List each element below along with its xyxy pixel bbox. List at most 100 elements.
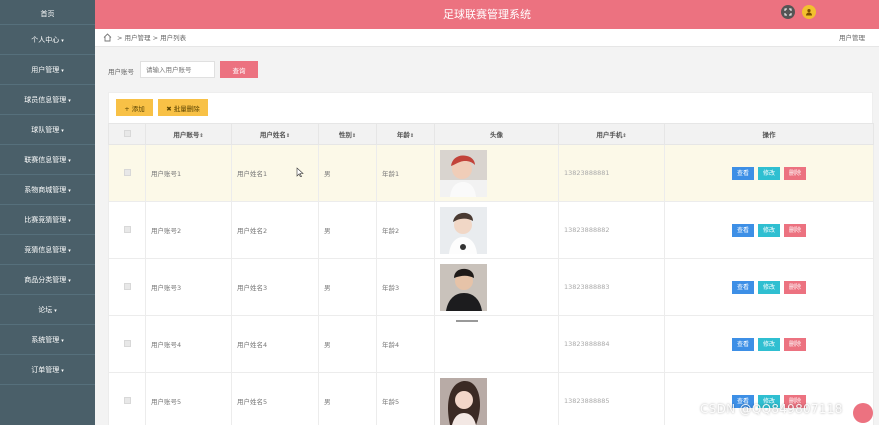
cell-account: 用户账号5 xyxy=(145,372,232,425)
avatar xyxy=(440,206,487,254)
row-checkbox[interactable] xyxy=(108,372,146,425)
column-header-avatar: 头像 xyxy=(434,123,559,145)
sidebar-item-orders[interactable]: 订单管理 ▾ xyxy=(0,355,95,385)
cell-name: 用户姓名3 xyxy=(231,258,319,316)
row-checkbox[interactable] xyxy=(108,315,146,373)
delete-button[interactable]: 删除 xyxy=(784,166,806,180)
cell-gender: 男 xyxy=(318,258,377,316)
cell-account: 用户账号4 xyxy=(145,315,232,373)
cell-gender: 男 xyxy=(318,144,377,202)
sidebar-item-teams[interactable]: 球队管理 ▾ xyxy=(0,115,95,145)
cell-avatar xyxy=(434,315,559,373)
cell-actions: 查看 修改 删除 xyxy=(664,144,874,202)
checkbox-icon xyxy=(123,168,131,176)
chevron-down-icon: ▾ xyxy=(61,128,64,134)
sort-icon: ⇕ xyxy=(351,133,357,139)
cell-age: 年龄5 xyxy=(376,372,435,425)
cell-name: 用户姓名2 xyxy=(231,201,319,259)
chevron-down-icon: ▾ xyxy=(61,38,64,44)
checkbox-icon xyxy=(123,339,131,347)
sort-icon: ⇕ xyxy=(199,133,204,139)
cell-actions: 查看 修改 删除 xyxy=(664,201,874,259)
sidebar-item-system[interactable]: 系统管理 ▾ xyxy=(0,325,95,355)
row-checkbox[interactable] xyxy=(108,201,146,259)
cell-phone: 13823888881 xyxy=(558,144,665,202)
batch-delete-button[interactable]: ✖ 批量删除 xyxy=(158,99,208,116)
table-row[interactable]: 用户账号1 用户姓名1 男 年龄1 13823888881 查看 修改 删除 xyxy=(108,144,874,202)
sort-icon: ⇕ xyxy=(285,133,291,139)
cell-age: 年龄3 xyxy=(376,258,435,316)
sidebar-item-users[interactable]: 用户管理 ▾ xyxy=(0,55,95,85)
column-header-age[interactable]: 年龄⇕ xyxy=(376,123,435,145)
delete-button[interactable]: 删除 xyxy=(784,337,806,351)
sidebar-item-leagues[interactable]: 联赛信息管理 ▾ xyxy=(0,145,95,175)
view-button[interactable]: 查看 xyxy=(732,280,754,294)
row-checkbox[interactable] xyxy=(108,144,146,202)
view-button[interactable]: 查看 xyxy=(732,166,754,180)
edit-button[interactable]: 修改 xyxy=(758,223,780,237)
cell-actions: 查看 修改 删除 xyxy=(664,258,874,316)
cell-age: 年龄2 xyxy=(376,201,435,259)
column-header-gender[interactable]: 性别⇕ xyxy=(318,123,377,145)
view-button[interactable]: 查看 xyxy=(732,337,754,351)
sidebar-item-home[interactable]: 首页 xyxy=(0,0,95,25)
avatar xyxy=(440,263,487,311)
chevron-down-icon: ▾ xyxy=(68,158,71,164)
view-button[interactable]: 查看 xyxy=(732,223,754,237)
user-avatar-icon[interactable] xyxy=(802,5,816,19)
column-header-name[interactable]: 用户姓名⇕ xyxy=(231,123,319,145)
cell-gender: 男 xyxy=(318,315,377,373)
cell-phone: 13823888882 xyxy=(558,201,665,259)
cell-name: 用户姓名1 xyxy=(231,144,319,202)
edit-button[interactable]: 修改 xyxy=(758,280,780,294)
edit-button[interactable]: 修改 xyxy=(758,166,780,180)
search-input[interactable] xyxy=(140,61,215,78)
column-header-account[interactable]: 用户账号⇕ xyxy=(145,123,232,145)
search-button[interactable]: 查询 xyxy=(220,61,258,78)
cell-avatar xyxy=(434,258,559,316)
table-row[interactable]: 用户账号5 用户姓名5 男 年龄5 13823888885 查看 修改 删除 xyxy=(108,372,874,425)
add-button[interactable]: + 添加 xyxy=(116,99,153,116)
column-header-phone[interactable]: 用户手机⇕ xyxy=(558,123,665,145)
cell-avatar xyxy=(434,372,559,425)
cell-phone: 13823888884 xyxy=(558,315,665,373)
sidebar-item-categories[interactable]: 商品分类管理 ▾ xyxy=(0,265,95,295)
fullscreen-icon[interactable] xyxy=(781,5,795,19)
sidebar-item-guess-info[interactable]: 竞猜信息管理 ▾ xyxy=(0,235,95,265)
cell-account: 用户账号1 xyxy=(145,144,232,202)
edit-button[interactable]: 修改 xyxy=(758,337,780,351)
drag-indicator xyxy=(456,320,478,322)
current-section-label: 用户管理 xyxy=(839,34,865,42)
select-all-checkbox[interactable] xyxy=(108,123,146,145)
floating-action-icon[interactable] xyxy=(853,403,873,423)
table-row[interactable]: 用户账号4 用户姓名4 男 年龄4 13823888884 查看 修改 删除 xyxy=(108,315,874,373)
checkbox-icon xyxy=(123,129,131,137)
breadcrumb-bar: > 用户管理 > 用户列表 用户管理 xyxy=(95,29,879,47)
chevron-down-icon: ▾ xyxy=(68,98,71,104)
table-row[interactable]: 用户账号3 用户姓名3 男 年龄3 13823888883 查看 修改 删除 xyxy=(108,258,874,316)
checkbox-icon xyxy=(123,396,131,404)
sidebar-item-profile[interactable]: 个人中心 ▾ xyxy=(0,25,95,55)
sidebar-item-players[interactable]: 球员信息管理 ▾ xyxy=(0,85,95,115)
sidebar-item-forum[interactable]: 论坛 ▾ xyxy=(0,295,95,325)
user-table: 用户账号⇕ 用户姓名⇕ 性别⇕ 年龄⇕ 头像 用户手机⇕ 操作 用户账号1 用户… xyxy=(108,123,874,425)
delete-button[interactable]: 删除 xyxy=(784,223,806,237)
avatar xyxy=(440,377,487,425)
sidebar-item-match-guess[interactable]: 比赛竞猜管理 ▾ xyxy=(0,205,95,235)
chevron-down-icon: ▾ xyxy=(61,68,64,74)
cell-age: 年龄4 xyxy=(376,315,435,373)
cell-account: 用户账号2 xyxy=(145,201,232,259)
sort-icon: ⇕ xyxy=(622,133,627,139)
app-title: 足球联赛管理系统 xyxy=(443,8,531,21)
sidebar: 首页 个人中心 ▾ 用户管理 ▾ 球员信息管理 ▾ 球队管理 ▾ 联赛信息管理 ▾ 系物商… xyxy=(0,0,95,425)
chevron-down-icon: ▾ xyxy=(68,248,71,254)
home-icon[interactable] xyxy=(103,33,112,42)
chevron-down-icon: ▾ xyxy=(68,278,71,284)
top-header: 足球联赛管理系统 xyxy=(95,0,879,29)
delete-button[interactable]: 删除 xyxy=(784,280,806,294)
table-header-row: 用户账号⇕ 用户姓名⇕ 性别⇕ 年龄⇕ 头像 用户手机⇕ 操作 xyxy=(108,123,874,145)
cell-age: 年龄1 xyxy=(376,144,435,202)
sidebar-item-shop[interactable]: 系物商城管理 ▾ xyxy=(0,175,95,205)
table-row[interactable]: 用户账号2 用户姓名2 男 年龄2 13823888882 查看 修改 删除 xyxy=(108,201,874,259)
row-checkbox[interactable] xyxy=(108,258,146,316)
